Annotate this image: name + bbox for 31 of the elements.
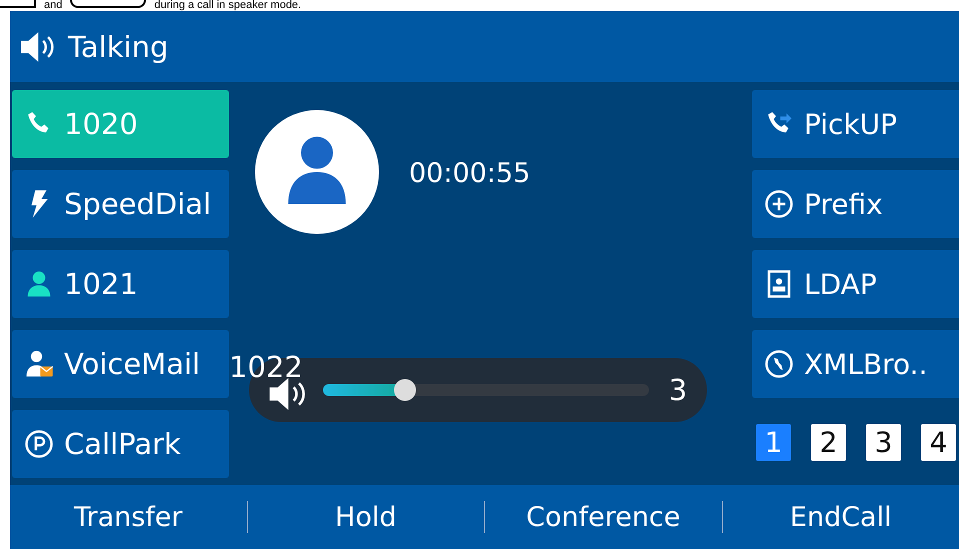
speaker-icon [18,30,56,62]
softkey[interactable]: Conference [485,485,722,549]
line-key[interactable]: 1021 [12,250,229,318]
line-key[interactable]: LDAP [752,250,959,318]
key-icon [70,0,146,8]
volume-slider[interactable] [323,379,649,401]
volume-reading: 3 [668,373,688,407]
speaker-icon [267,376,307,412]
softkey[interactable]: EndCall [722,485,959,549]
page-tab[interactable]: 2 [811,424,846,461]
line-key[interactable]: SpeedDial [12,170,229,238]
line-key[interactable]: CallPark [12,410,229,478]
call-timer: 00:00:55 [409,158,530,189]
softkey[interactable]: Hold [248,485,484,549]
page-tab[interactable]: 4 [921,424,956,461]
line-key[interactable]: VoiceMail [12,330,229,398]
status-title: Talking [68,30,168,64]
person-mail-icon [24,349,54,379]
page-tab[interactable]: 3 [866,424,901,461]
contact-number: 1022 [229,350,303,384]
parking-icon [24,429,54,459]
page-tab[interactable]: 1 [756,424,791,461]
line-key[interactable]: XMLBro.. [752,330,959,398]
plus-circle-icon [764,189,794,219]
softkey[interactable]: Transfer [10,485,246,549]
line-key[interactable]: Prefix [752,170,959,238]
line-key[interactable]: PickUP [752,90,959,158]
globe-icon [764,349,794,379]
caption-text: and [44,0,62,11]
key-icon [0,0,36,8]
caption-text: during a call in speaker mode. [154,0,302,11]
